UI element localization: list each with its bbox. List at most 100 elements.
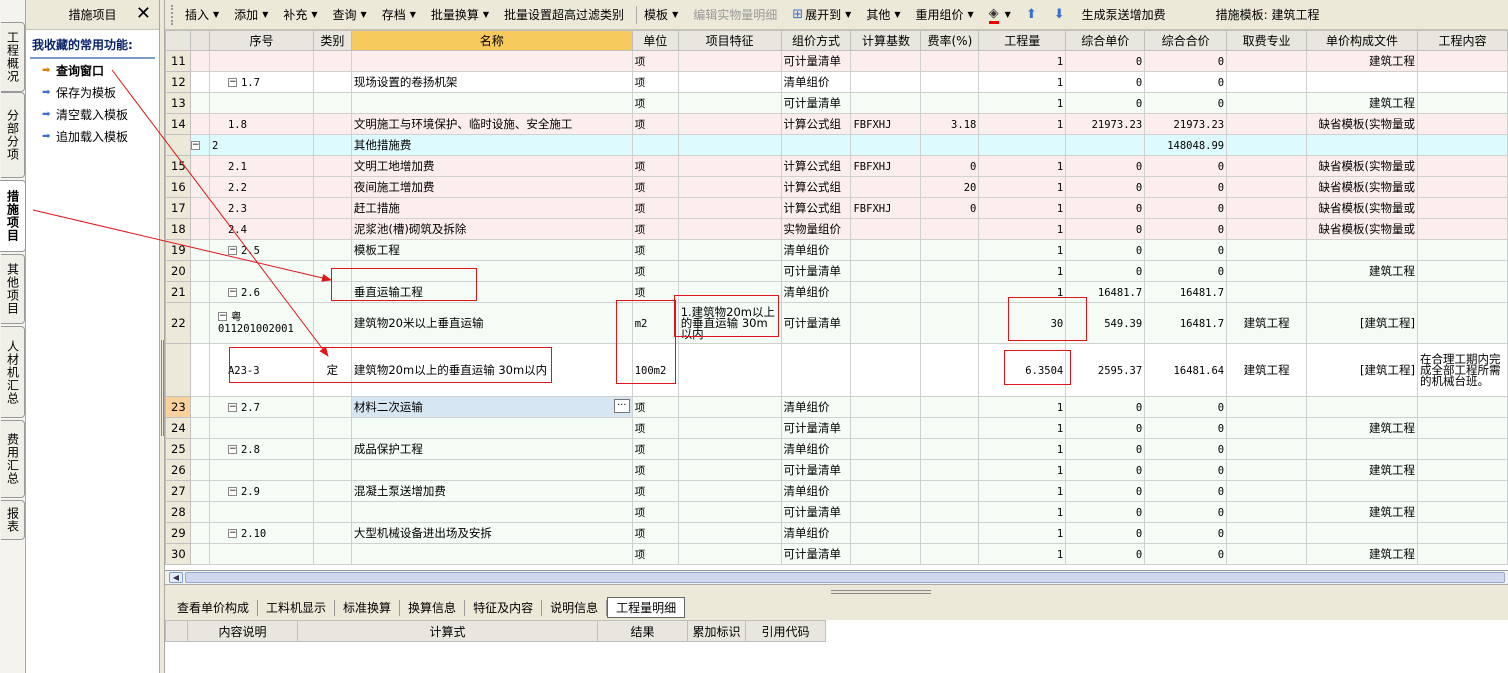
cell-name[interactable]: 其他措施费 [350,134,633,156]
cell-name[interactable]: 大型机械设备进出场及安拆 [350,522,633,544]
cell-method[interactable]: 可计量清单 [780,501,852,523]
cell-file[interactable]: 缺省模板(实物量或 [1306,113,1419,135]
cell-feat[interactable] [677,155,782,177]
cell-type[interactable] [312,302,352,344]
table-row[interactable]: 12 −1.7 现场设置的卷扬机架 项 清单组价 1 0 0 [165,71,1508,93]
cell-name[interactable]: 成品保护工程 [350,438,633,460]
cell-rate[interactable] [920,71,980,93]
cell-method[interactable]: 可计量清单 [780,459,852,481]
cell-file[interactable]: 缺省模板(实物量或 [1306,176,1419,198]
cell-feat[interactable] [677,113,782,135]
cell-name[interactable] [350,417,633,439]
table-row[interactable]: 27 −2.9 混凝土泵送增加费 项 清单组价 1 0 0 [165,480,1508,502]
cell-uprice[interactable]: 21973.23 [1065,113,1146,135]
table-row[interactable]: 25 −2.8 成品保护工程 项 清单组价 1 0 0 [165,438,1508,460]
col-header-14[interactable]: 单价构成文件 [1306,30,1419,51]
cell-seq[interactable]: −2.6 [208,281,314,303]
detail-col-header-3[interactable]: 结果 [597,620,688,642]
vtab-3[interactable]: 其他项目 [1,254,25,324]
cell-name[interactable]: 文明工地增加费 [350,155,633,177]
cell-total[interactable]: 21973.23 [1144,113,1228,135]
cell-total[interactable]: 16481.7 [1144,302,1228,344]
cell-uprice[interactable]: 0 [1065,438,1146,460]
cell-base[interactable] [850,459,922,481]
toolbar-item-0[interactable]: 插入 ▼ [180,4,224,26]
cell-rate[interactable]: 0 [920,155,980,177]
collapse-icon[interactable]: − [227,288,237,297]
cell-major[interactable] [1226,438,1308,460]
detail-col-header-2[interactable]: 计算式 [297,620,598,642]
cell-content[interactable] [1417,480,1508,502]
cell-base[interactable] [850,260,922,282]
cell-name[interactable] [350,50,633,72]
cell-type[interactable] [312,281,352,303]
cell-base[interactable] [850,239,922,261]
cell-feat[interactable] [677,522,782,544]
cell-seq[interactable] [208,417,314,439]
cell-uprice[interactable]: 0 [1065,155,1146,177]
cell-type[interactable] [312,113,352,135]
cell-method[interactable]: 可计量清单 [780,50,852,72]
cell-seq[interactable] [208,92,314,114]
cell-method[interactable]: 可计量清单 [780,92,852,114]
cell-total[interactable]: 0 [1144,197,1228,219]
cell-total[interactable]: 0 [1144,438,1228,460]
cell-rate[interactable] [920,522,980,544]
cell-uprice[interactable]: 2595.37 [1065,343,1146,397]
cell-name[interactable]: 模板工程 [350,239,633,261]
cell-unit[interactable]: 项 [631,113,679,135]
cell-major[interactable] [1226,197,1308,219]
cell-total[interactable]: 0 [1144,480,1228,502]
cell-name[interactable]: 垂直运输工程 [350,281,633,303]
cell-unit[interactable]: 项 [631,218,679,240]
cell-name[interactable] [350,92,633,114]
col-header-13[interactable]: 取费专业 [1226,30,1308,51]
cell-content[interactable] [1417,92,1508,114]
cell-seq[interactable]: 2.2 [208,176,314,198]
cell-feat[interactable] [677,543,782,565]
toolbar-item-15[interactable]: ⬇ [1049,4,1072,26]
cell-total[interactable]: 16481.64 [1144,343,1228,397]
cell-type[interactable] [312,92,352,114]
detail-col-header-0[interactable] [165,620,188,642]
cell-feat[interactable] [677,459,782,481]
cell-base[interactable]: FBFXHJ [850,155,922,177]
cell-type[interactable] [312,522,352,544]
cell-type[interactable] [312,480,352,502]
table-row[interactable]: 30 项 可计量清单 1 0 0 建筑工程 [165,543,1508,565]
cell-content[interactable] [1417,522,1508,544]
cell-feat[interactable] [677,50,782,72]
cell-name[interactable]: 泥浆池(槽)砌筑及拆除 [350,218,633,240]
toolbar-item-10[interactable]: ⊞ 展开到 ▼ [787,4,856,26]
cell-type[interactable] [312,134,352,156]
horizontal-scrollbar[interactable]: ◀ [165,571,1508,585]
cell-qty[interactable]: 1 [978,459,1067,481]
cell-base[interactable] [850,176,922,198]
cell-rate[interactable] [920,50,980,72]
cell-feat[interactable] [677,438,782,460]
cell-content[interactable] [1417,260,1508,282]
cell-base[interactable] [850,134,922,156]
cell-name[interactable]: 现场设置的卷扬机架 [350,71,633,93]
cell-uprice[interactable]: 0 [1065,417,1146,439]
cell-rate[interactable] [920,480,980,502]
table-row[interactable]: 18 2.4 泥浆池(槽)砌筑及拆除 项 实物量组价 1 0 0 缺省模板(实物量或 [165,218,1508,240]
vtab-2[interactable]: 措施项目 [0,180,26,252]
cell-method[interactable]: 可计量清单 [780,302,852,344]
cell-base[interactable] [850,501,922,523]
cell-base[interactable] [850,480,922,502]
cell-qty[interactable]: 1 [978,480,1067,502]
cell-rate[interactable] [920,417,980,439]
cell-uprice[interactable]: 0 [1065,501,1146,523]
cell-method[interactable]: 实物量组价 [780,218,852,240]
cell-base[interactable] [850,417,922,439]
cell-qty[interactable]: 1 [978,281,1067,303]
cell-base[interactable] [850,50,922,72]
toolbar-item-6[interactable]: 批量设置超高过滤类别 [499,4,629,26]
cell-type[interactable] [312,501,352,523]
cell-content[interactable] [1417,459,1508,481]
cell-feat[interactable] [677,281,782,303]
cell-method[interactable] [780,134,852,156]
cell-qty[interactable]: 1 [978,92,1067,114]
cell-type[interactable] [312,71,352,93]
